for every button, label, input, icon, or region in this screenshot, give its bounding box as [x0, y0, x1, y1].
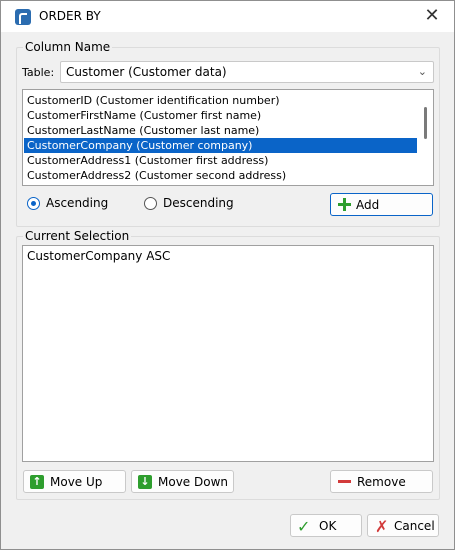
remove-label: Remove	[357, 475, 406, 489]
list-scrollbar-thumb[interactable]	[424, 107, 427, 139]
current-selection-legend: Current Selection	[23, 229, 132, 243]
arrow-up-icon: ↑	[30, 475, 44, 489]
column-list-item-selected[interactable]: CustomerCompany (Customer company)	[24, 138, 417, 153]
add-button-label: Add	[356, 198, 380, 212]
column-list-item[interactable]: CustomerAddress2 (Customer second addres…	[24, 168, 417, 183]
move-up-label: Move Up	[50, 475, 103, 489]
ok-button[interactable]: ✓ OK	[290, 514, 362, 537]
plus-icon	[338, 198, 351, 211]
minus-icon	[338, 480, 351, 483]
arrow-down-icon: ↓	[138, 475, 152, 489]
chevron-down-icon: ⌄	[417, 65, 427, 78]
close-icon[interactable]: ✕	[420, 5, 444, 27]
descending-label: Descending	[163, 196, 234, 210]
title-bar: ORDER BY ✕	[1, 1, 454, 32]
table-select-value: Customer (Customer data)	[66, 65, 227, 79]
column-list[interactable]: CustomerID (Customer identification numb…	[22, 89, 434, 186]
radio-unselected-icon	[144, 197, 157, 210]
current-selection-list[interactable]: CustomerCompany ASC	[22, 245, 434, 462]
move-down-button[interactable]: ↓ Move Down	[131, 470, 234, 493]
radio-selected-icon	[27, 197, 40, 210]
column-list-item[interactable]: CustomerID (Customer identification numb…	[24, 93, 417, 108]
order-by-dialog: ORDER BY ✕ Column Name Table: Customer (…	[0, 0, 455, 550]
cancel-label: Cancel	[394, 519, 435, 533]
cancel-button[interactable]: ✗ Cancel	[367, 514, 439, 537]
cross-icon: ✗	[375, 517, 389, 536]
add-button[interactable]: Add	[330, 193, 433, 216]
column-name-legend: Column Name	[23, 40, 113, 54]
move-down-label: Move Down	[158, 475, 228, 489]
column-list-item[interactable]: CustomerFirstName (Customer first name)	[24, 108, 417, 123]
check-icon: ✓	[297, 517, 311, 536]
table-select[interactable]: Customer (Customer data) ⌄	[60, 61, 434, 83]
ascending-label: Ascending	[46, 196, 109, 210]
column-list-item[interactable]: CustomerLastName (Customer last name)	[24, 123, 417, 138]
move-up-button[interactable]: ↑ Move Up	[23, 470, 126, 493]
selection-list-item[interactable]: CustomerCompany ASC	[27, 249, 170, 263]
ok-label: OK	[319, 519, 337, 533]
app-icon	[15, 9, 31, 25]
table-label: Table:	[22, 66, 55, 79]
column-list-item[interactable]: CustomerAddress1 (Customer first address…	[24, 153, 417, 168]
remove-button[interactable]: Remove	[330, 470, 433, 493]
window-title: ORDER BY	[39, 9, 101, 23]
